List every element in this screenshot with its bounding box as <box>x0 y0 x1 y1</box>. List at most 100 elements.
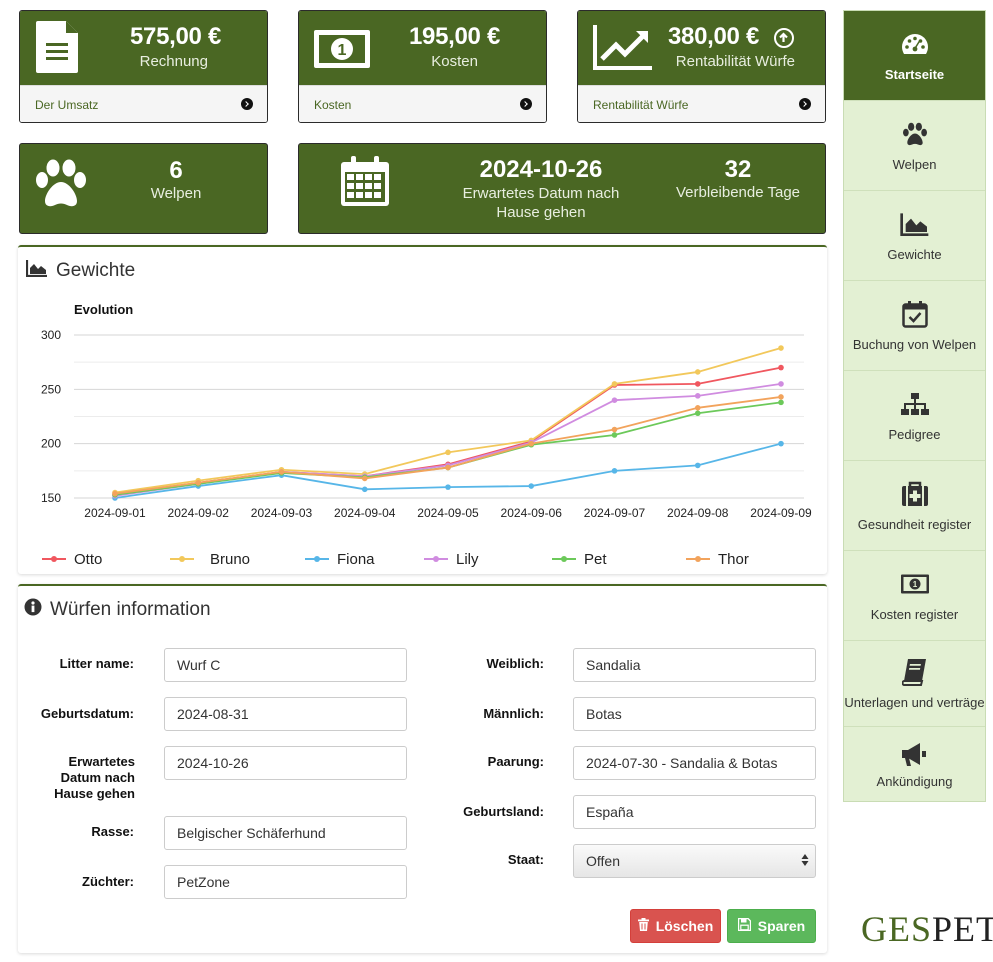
state-label: Staat: <box>507 852 544 867</box>
male-input[interactable]: Botas <box>573 697 816 731</box>
dashboard-icon[interactable] <box>901 29 929 59</box>
sidebar-item-label[interactable]: Kosten register <box>871 607 958 622</box>
data-point-thor <box>278 469 285 475</box>
sidebar-nav: Startseite Welpen Gewichte Buchung von W… <box>843 10 986 802</box>
state-select-value[interactable]: Offen <box>586 853 620 869</box>
delete-button-label[interactable]: Löschen <box>656 918 714 934</box>
litter-name-input[interactable]: Wurf C <box>164 648 407 682</box>
invoice-label: Rechnung <box>139 53 208 70</box>
sidebar-item-label[interactable]: Unterlagen und verträge <box>844 695 984 711</box>
breeder-input[interactable]: PetZone <box>164 865 407 899</box>
state-select[interactable]: Offen <box>573 844 816 878</box>
legend-item-bruno[interactable]: Bruno <box>170 551 250 568</box>
y-tick-label: 250 <box>41 382 61 396</box>
floppy-disk-icon[interactable] <box>737 917 751 934</box>
sidebar-item-kosten[interactable]: 1 Kosten register <box>844 551 985 641</box>
sidebar-item-label[interactable]: Ankündigung <box>877 774 953 789</box>
profit-link-text[interactable]: Rentabilität Würfe <box>593 98 688 112</box>
homecoming-card: 2024-10-26 Erwartetes Datum nach Hause g… <box>298 143 826 234</box>
costs-link-text[interactable]: Kosten <box>314 98 351 112</box>
legend-marker[interactable] <box>51 556 57 562</box>
homecoming-date: 2024-10-26 <box>479 156 603 183</box>
save-button-label[interactable]: Sparen <box>758 918 805 934</box>
data-point-thor <box>528 440 535 447</box>
sidebar-item-ankuendigung[interactable]: Ankündigung <box>844 727 985 801</box>
profit-link[interactable]: Rentabilität Würfe <box>578 85 825 122</box>
sitemap-icon[interactable] <box>900 389 930 419</box>
breeder-label: Züchter: <box>82 874 134 889</box>
svg-text:1: 1 <box>912 580 917 589</box>
arrow-circle-right-icon[interactable] <box>799 98 811 110</box>
sidebar-item-pedigree[interactable]: Pedigree <box>844 371 985 461</box>
save-button[interactable]: Sparen <box>727 909 816 943</box>
invoice-link[interactable]: Der Umsatz <box>20 85 267 122</box>
money-icon[interactable]: 1 <box>900 569 930 599</box>
data-point-pet <box>778 399 784 406</box>
sidebar-item-startseite[interactable]: Startseite <box>844 11 985 101</box>
legend-label[interactable]: Otto <box>74 551 102 568</box>
x-tick-label: 2024-09-08 <box>667 506 729 520</box>
select-arrows-icon[interactable] <box>801 853 809 870</box>
mating-label: Paarung: <box>487 754 544 769</box>
y-tick-label: 150 <box>41 491 61 505</box>
data-point-lily <box>778 381 784 387</box>
legend-label[interactable]: Thor <box>718 551 749 568</box>
paw-icon[interactable] <box>902 119 928 149</box>
delete-button[interactable]: Löschen <box>630 909 721 943</box>
costs-link[interactable]: Kosten <box>299 85 546 122</box>
x-tick-label: 2024-09-07 <box>584 506 646 520</box>
sidebar-item-buchung[interactable]: Buchung von Welpen <box>844 281 985 371</box>
calendar-check-icon[interactable] <box>901 299 928 329</box>
series-line-otto <box>114 366 782 496</box>
sidebar-item-label[interactable]: Welpen <box>893 157 937 172</box>
paw-icon <box>34 158 88 213</box>
female-input[interactable]: Sandalia <box>573 648 816 682</box>
legend-marker[interactable] <box>179 556 185 562</box>
medkit-icon[interactable] <box>901 479 929 509</box>
legend-item-pet[interactable]: Pet <box>552 551 607 568</box>
breed-input[interactable]: Belgischer Schäferhund <box>164 816 407 850</box>
sidebar-item-welpen[interactable]: Welpen <box>844 101 985 191</box>
x-tick-label: 2024-09-04 <box>334 506 396 520</box>
legend-marker[interactable] <box>433 556 439 562</box>
profit-value: 380,00 € <box>667 23 759 50</box>
legend-item-thor[interactable]: Thor <box>686 551 749 568</box>
data-point-bruno <box>445 449 451 456</box>
legend-label[interactable]: Bruno <box>210 551 250 568</box>
legend-label[interactable]: Fiona <box>337 551 375 568</box>
sidebar-item-label[interactable]: Gewichte <box>887 247 941 262</box>
remaining-days-value: 32 <box>724 156 752 183</box>
legend-label[interactable]: Pet <box>584 551 607 568</box>
logo-part2: PET <box>932 909 993 949</box>
mating-input[interactable]: 2024-07-30 - Sandalia & Botas <box>573 746 816 780</box>
sidebar-item-label[interactable]: Pedigree <box>888 427 940 442</box>
expected-date-input[interactable]: 2024-10-26 <box>164 746 407 780</box>
legend-item-lily[interactable]: Lily <box>424 551 479 568</box>
arrow-circle-right-icon[interactable] <box>520 98 532 110</box>
book-icon[interactable] <box>901 657 928 687</box>
bullhorn-icon[interactable] <box>900 740 930 770</box>
x-tick-label: 2024-09-06 <box>501 506 563 520</box>
birth-date-input[interactable]: 2024-08-31 <box>164 697 407 731</box>
legend-marker[interactable] <box>695 556 701 562</box>
trash-icon[interactable] <box>637 918 649 934</box>
sidebar-item-label[interactable]: Buchung von Welpen <box>853 337 976 352</box>
sidebar-item-gesundheit[interactable]: Gesundheit register <box>844 461 985 551</box>
chart-title: Evolution <box>74 302 133 317</box>
legend-marker[interactable] <box>561 556 567 562</box>
sidebar-item-gewichte[interactable]: Gewichte <box>844 191 985 281</box>
arrow-circle-right-icon[interactable] <box>241 98 253 110</box>
sidebar-item-label[interactable]: Startseite <box>885 67 944 82</box>
legend-marker[interactable] <box>314 556 320 562</box>
invoice-link-text[interactable]: Der Umsatz <box>35 98 98 112</box>
legend-label[interactable]: Lily <box>456 551 479 568</box>
profit-label: Rentabilität Würfe <box>675 53 795 70</box>
area-chart-icon[interactable] <box>899 209 930 239</box>
legend-item-fiona[interactable]: Fiona <box>305 551 375 568</box>
sidebar-item-label[interactable]: Gesundheit register <box>858 517 971 532</box>
data-point-thor <box>361 475 368 482</box>
sidebar-item-unterlagen[interactable]: Unterlagen und verträge <box>844 641 985 727</box>
birth-country-input[interactable]: España <box>573 795 816 829</box>
legend-item-otto[interactable]: Otto <box>42 551 102 568</box>
breed-label: Rasse: <box>91 824 134 839</box>
